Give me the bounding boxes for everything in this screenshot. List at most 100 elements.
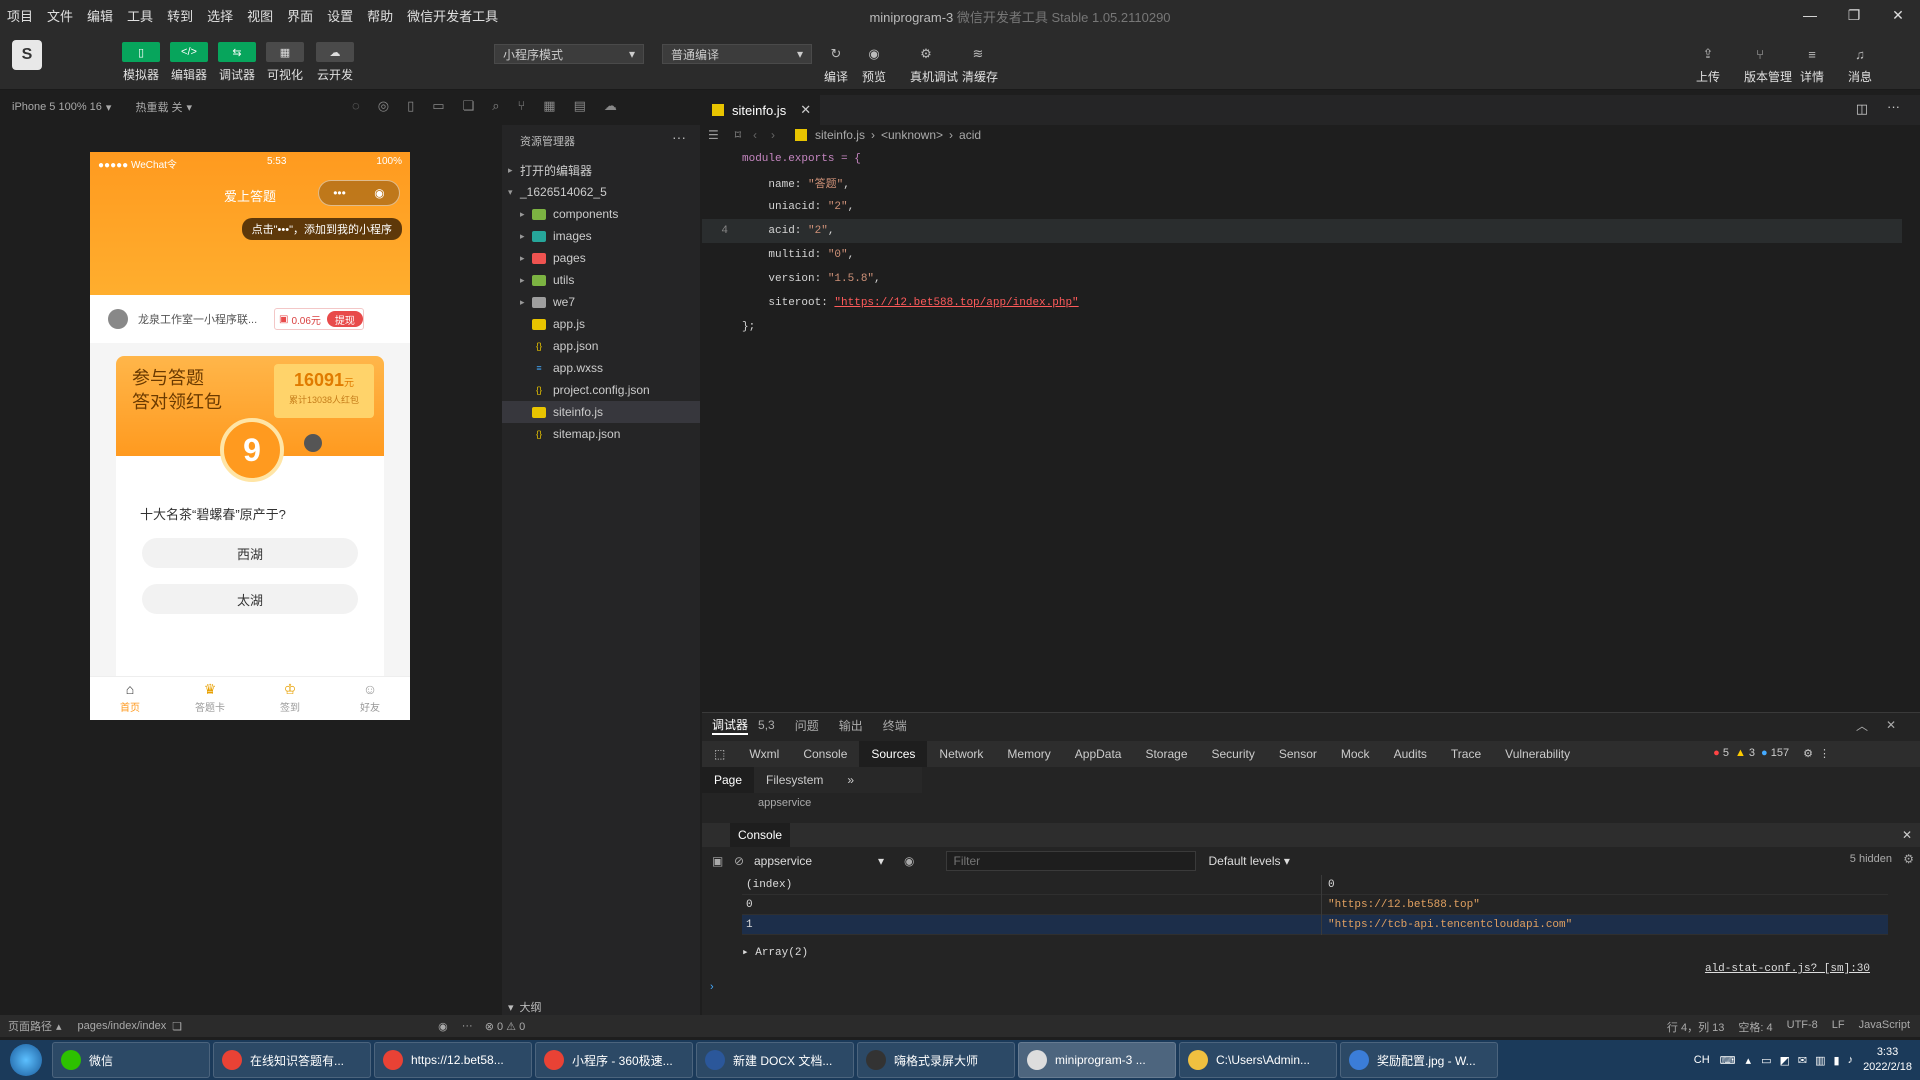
tab-sensor[interactable]: Sensor: [1267, 741, 1329, 767]
code-line[interactable]: multiid: "0",: [702, 243, 1902, 267]
gear-icon[interactable]: ⚙: [1803, 747, 1813, 760]
code-line[interactable]: name: "答题",: [702, 171, 1902, 195]
code-line[interactable]: };: [702, 315, 1902, 339]
page-path-label[interactable]: 页面路径: [8, 1018, 52, 1034]
cloud-button[interactable]: ☁ 云开发: [312, 42, 358, 83]
file-item[interactable]: siteinfo.js: [502, 401, 700, 423]
tab-network[interactable]: Network: [927, 741, 995, 767]
file-item[interactable]: {} project.config.json: [502, 379, 700, 401]
code-line[interactable]: version: "1.5.8",: [702, 267, 1902, 291]
tab-mock[interactable]: Mock: [1329, 741, 1382, 767]
filter-input[interactable]: [946, 851, 1197, 871]
signal-icon[interactable]: ▮: [1834, 1054, 1840, 1067]
tab-audits[interactable]: Audits: [1382, 741, 1439, 767]
chevron-up-icon[interactable]: ︿: [1856, 717, 1868, 734]
camera-icon[interactable]: ▭: [1761, 1054, 1771, 1067]
version-button[interactable]: ⑂ 版本管理: [1744, 44, 1792, 85]
folder-item[interactable]: ▸ we7: [502, 291, 700, 313]
visualize-button[interactable]: ▦ 可视化: [262, 42, 308, 83]
record-icon[interactable]: ◎: [378, 98, 389, 114]
back-icon[interactable]: ‹: [753, 128, 757, 142]
volume-icon[interactable]: ♪: [1848, 1054, 1854, 1066]
power-icon[interactable]: ◌: [352, 98, 360, 114]
preview-button[interactable]: ◉ 预览: [858, 44, 890, 85]
ime-indicator[interactable]: CH: [1694, 1054, 1710, 1066]
menu-item[interactable]: 选择: [200, 6, 240, 25]
code-line[interactable]: siteroot: "https://12.bet588.top/app/ind…: [702, 291, 1902, 315]
file-item[interactable]: app.js: [502, 313, 700, 335]
phone-icon[interactable]: ▯: [407, 98, 414, 114]
clock[interactable]: 3:33 2022/2/18: [1863, 1045, 1912, 1075]
tab-console[interactable]: Console: [730, 823, 791, 847]
tab-siteinfo[interactable]: siteinfo.js ✕: [702, 95, 820, 125]
menu-item[interactable]: 编辑: [80, 6, 120, 25]
taskbar-item[interactable]: https://12.bet58...: [374, 1042, 532, 1078]
messages-button[interactable]: ♫ 消息: [1844, 44, 1876, 85]
copy-icon[interactable]: ❏: [172, 1020, 182, 1033]
tab-terminal[interactable]: 终端: [883, 717, 907, 734]
network-icon[interactable]: ▥: [1815, 1054, 1825, 1067]
context-select[interactable]: appservice ▾: [754, 854, 884, 868]
folder-item[interactable]: ▸ components: [502, 203, 700, 225]
taskbar-item[interactable]: 在线知识答题有...: [213, 1042, 371, 1078]
close-icon[interactable]: ✕: [800, 102, 811, 118]
editor-button[interactable]: </> 编辑器: [166, 42, 212, 83]
table-row[interactable]: 1 "https://tcb-api.tencentcloudapi.com": [742, 914, 1888, 935]
file-item[interactable]: {} app.json: [502, 335, 700, 357]
problem-counts[interactable]: ⊗ 0 ⚠ 0: [485, 1020, 525, 1033]
close-icon[interactable]: ✕: [1876, 0, 1920, 30]
folder-item[interactable]: ▸ images: [502, 225, 700, 247]
breadcrumb-symbol[interactable]: acid: [959, 128, 981, 142]
menu-item[interactable]: 设置: [320, 6, 360, 25]
more-icon[interactable]: •••: [333, 186, 346, 200]
source-link[interactable]: ald-stat-conf.js? [sm]:30: [1705, 963, 1870, 975]
inspect-icon[interactable]: ⬚: [702, 741, 737, 767]
table-row[interactable]: 0 "https://12.bet588.top": [742, 894, 1888, 915]
avatar[interactable]: S: [12, 40, 42, 70]
menu-item[interactable]: 转到: [160, 6, 200, 25]
tab-debugger[interactable]: 调试器: [712, 716, 749, 735]
details-button[interactable]: ≡ 详情: [1796, 44, 1828, 85]
more-icon[interactable]: ···: [672, 129, 686, 145]
hot-reload-toggle[interactable]: 热重载 关: [135, 99, 182, 115]
taskbar-item[interactable]: 微信: [52, 1042, 210, 1078]
taskbar-item[interactable]: 小程序 - 360极速...: [535, 1042, 693, 1078]
answer-option[interactable]: 太湖: [142, 584, 358, 614]
forward-icon[interactable]: ›: [771, 128, 775, 142]
more-icon[interactable]: ⋮: [1819, 747, 1830, 760]
menu-item[interactable]: 帮助: [360, 6, 400, 25]
taskbar-item[interactable]: miniprogram-3 ...: [1018, 1042, 1176, 1078]
encoding[interactable]: UTF-8: [1787, 1019, 1818, 1035]
close-circle-icon[interactable]: ◉: [374, 186, 384, 200]
tab-trace[interactable]: Trace: [1439, 741, 1493, 767]
menu-item[interactable]: 界面: [280, 6, 320, 25]
code-line[interactable]: module.exports = {: [702, 147, 1902, 171]
capsule-button[interactable]: ••• ◉: [318, 180, 400, 206]
grid-icon[interactable]: ▦: [543, 98, 555, 114]
simulator-button[interactable]: ▯ 模拟器: [118, 42, 164, 83]
maximize-icon[interactable]: ❐: [1832, 0, 1876, 30]
wechat-icon[interactable]: ✉: [1798, 1054, 1807, 1067]
tab-memory[interactable]: Memory: [995, 741, 1062, 767]
tab-security[interactable]: Security: [1200, 741, 1267, 767]
folder-item[interactable]: ▸ utils: [502, 269, 700, 291]
tab-appdata[interactable]: AppData: [1063, 741, 1134, 767]
sidebar-icon[interactable]: ▣: [712, 854, 723, 868]
file-item[interactable]: ≡ app.wxss: [502, 357, 700, 379]
search-icon[interactable]: ⌕: [492, 98, 499, 114]
eye-icon[interactable]: ◉: [904, 854, 914, 868]
open-editors-section[interactable]: ▸ 打开的编辑器: [502, 159, 700, 181]
taskbar-item[interactable]: C:\Users\Admin...: [1179, 1042, 1337, 1078]
tab-home[interactable]: ⌂ 首页: [90, 677, 170, 720]
array-entry[interactable]: ▸ Array(2): [742, 945, 808, 959]
console-prompt[interactable]: ›: [710, 981, 714, 993]
line-ending[interactable]: LF: [1832, 1019, 1845, 1035]
menu-item[interactable]: 项目: [0, 6, 40, 25]
tab-filesystem[interactable]: Filesystem: [754, 767, 835, 793]
device-select[interactable]: iPhone 5 100% 16: [12, 101, 102, 113]
taskbar-item[interactable]: 奖励配置.jpg - W...: [1340, 1042, 1498, 1078]
tab-console[interactable]: Console: [791, 741, 859, 767]
debugger-button[interactable]: ⇆ 调试器: [214, 42, 260, 83]
clear-cache-button[interactable]: ≋ 清缓存: [962, 44, 998, 85]
compile-button[interactable]: ↻ 编译: [820, 44, 852, 85]
